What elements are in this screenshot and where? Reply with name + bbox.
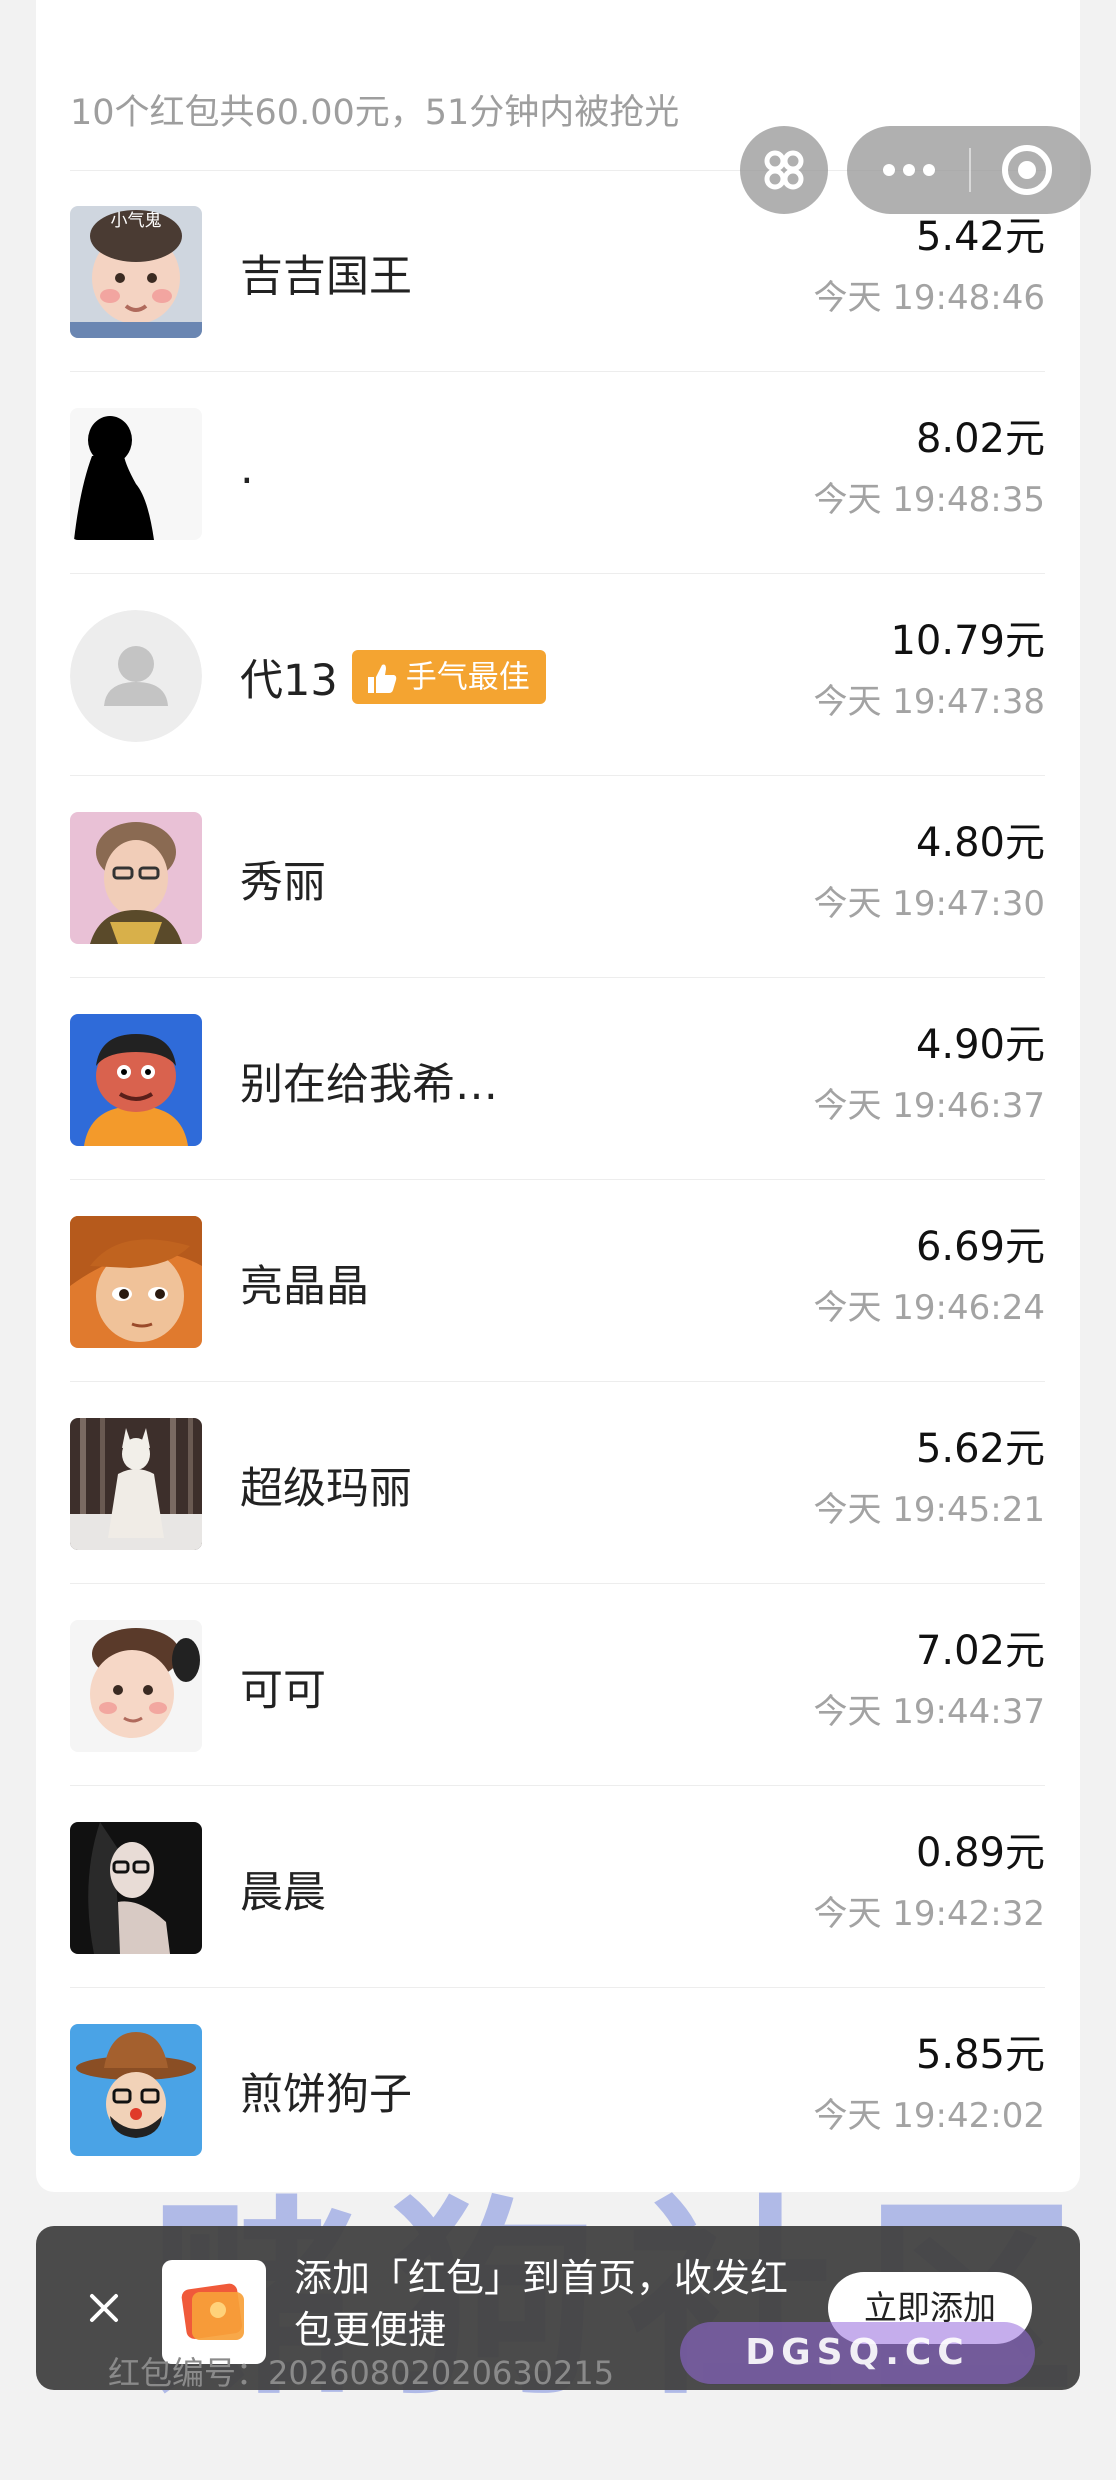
record-amount: 10.79元 xyxy=(890,618,1045,664)
record-time: 今天 19:46:37 xyxy=(813,1086,1045,1126)
record-time: 今天 19:47:38 xyxy=(813,682,1045,722)
best-luck-badge-label: 手气最佳 xyxy=(405,659,530,696)
record-time: 今天 19:47:30 xyxy=(813,884,1045,924)
record-row[interactable]: 秀丽 4.80元 今天 19:47:30 xyxy=(70,776,1045,978)
avatar xyxy=(70,1014,202,1146)
record-time: 今天 19:44:37 xyxy=(813,1692,1045,1732)
record-name: 可可 xyxy=(240,1666,326,1716)
record-amount: 5.85元 xyxy=(915,2032,1045,2078)
avatar xyxy=(70,1216,202,1348)
record-name: 亮晶晶 xyxy=(240,1262,369,1312)
thumbs-up-icon xyxy=(367,664,396,693)
record-name: 超级玛丽 xyxy=(240,1464,412,1514)
record-row[interactable]: 代13 手气最佳 10.79元 今天 19:47:38 xyxy=(70,574,1045,776)
record-name: 吉吉国王 xyxy=(240,252,412,302)
record-time: 今天 19:42:32 xyxy=(813,1894,1045,1934)
avatar xyxy=(70,408,202,540)
default-avatar-icon xyxy=(70,610,202,742)
record-amount: 8.02元 xyxy=(915,416,1045,462)
record-row[interactable]: 晨晨 0.89元 今天 19:42:32 xyxy=(70,1786,1045,1988)
record-amount: 7.02元 xyxy=(915,1628,1045,1674)
record-amount: 5.42元 xyxy=(915,214,1045,260)
record-row[interactable]: 超级玛丽 5.62元 今天 19:45:21 xyxy=(70,1382,1045,1584)
record-time: 今天 19:48:46 xyxy=(813,278,1045,318)
record-time: 今天 19:48:35 xyxy=(813,480,1045,520)
avatar xyxy=(70,1418,202,1550)
record-time: 今天 19:45:21 xyxy=(813,1490,1045,1530)
avatar-label: 小气鬼 xyxy=(111,211,162,231)
avatar xyxy=(70,812,202,944)
record-time: 今天 19:46:24 xyxy=(813,1288,1045,1328)
record-name: . xyxy=(240,444,254,494)
record-amount: 6.69元 xyxy=(915,1224,1045,1270)
record-amount: 0.89元 xyxy=(915,1830,1045,1876)
watermark-url: DGSQ.CC xyxy=(680,2322,1035,2384)
close-icon[interactable] xyxy=(78,2282,130,2334)
record-name-with-badge: 代13 手气最佳 xyxy=(240,646,546,708)
record-row[interactable]: 亮晶晶 6.69元 今天 19:46:24 xyxy=(70,1180,1045,1382)
record-row[interactable]: . 8.02元 今天 19:48:35 xyxy=(70,372,1045,574)
avatar xyxy=(70,1822,202,1954)
record-amount: 4.90元 xyxy=(915,1022,1045,1068)
record-name: 晨晨 xyxy=(240,1868,326,1918)
record-row[interactable]: 可可 7.02元 今天 19:44:37 xyxy=(70,1584,1045,1786)
record-name: 代13 xyxy=(240,656,338,706)
red-packet-id: 红包编号：20260802020630215 xyxy=(108,2354,615,2392)
record-row[interactable]: 小气鬼 吉吉国王 5.42元 今天 19:48:46 xyxy=(70,170,1045,372)
record-amount: 4.80元 xyxy=(915,820,1045,866)
best-luck-badge: 手气最佳 xyxy=(351,650,546,704)
record-row[interactable]: 别在给我希… 4.90元 今天 19:46:37 xyxy=(70,978,1045,1180)
red-packet-summary: 10个红包共60.00元，51分钟内被抢光 xyxy=(70,93,680,133)
record-name: 秀丽 xyxy=(240,858,326,908)
avatar: 小气鬼 xyxy=(70,206,202,338)
record-amount: 5.62元 xyxy=(915,1426,1045,1472)
record-name: 别在给我希… xyxy=(240,1060,498,1110)
record-name: 煎饼狗子 xyxy=(240,2070,412,2120)
avatar xyxy=(70,1620,202,1752)
